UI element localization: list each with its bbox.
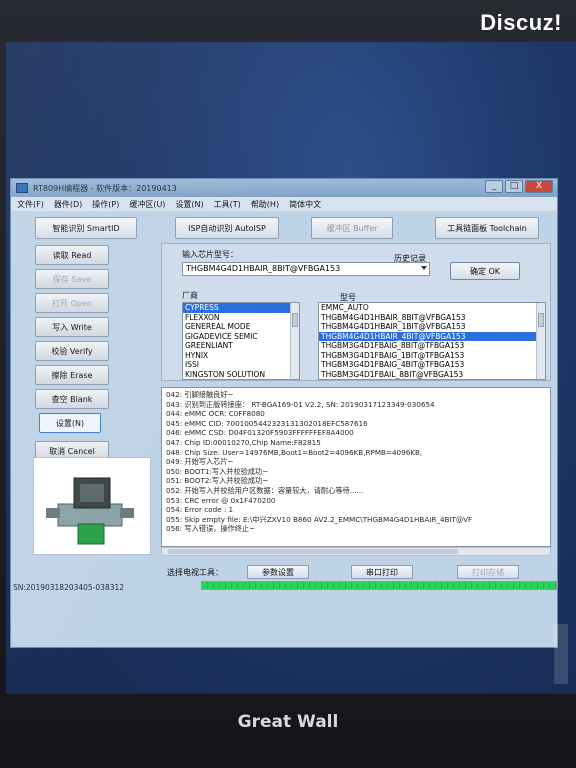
monitor-brand-logo: Great Wall (237, 712, 339, 732)
menu-settings[interactable]: 设置(N) (175, 199, 203, 210)
log-line: 050: BOOT1:写入并校验成功~ (166, 466, 269, 476)
chip-model-value: THGBM4G4D1HBAIR_8BIT@VFBGA153 (186, 264, 341, 273)
chip-input-label: 输入芯片型号： (182, 250, 238, 259)
status-serial: SN:20190318203405-038312 (13, 583, 125, 592)
watermark: Discuz! (480, 10, 562, 35)
read-button[interactable]: 读取 Read (35, 245, 109, 265)
menu-file[interactable]: 文件(F) (17, 199, 44, 210)
menu-bar: 文件(F) 器件(D) 操作(P) 缓冲区(U) 设置(N) 工具(T) 帮助(… (11, 197, 557, 211)
model-scrollbar[interactable] (536, 303, 545, 379)
vendor-label: 厂商 (182, 291, 198, 300)
vendor-item[interactable]: CYPRESS (183, 303, 299, 313)
model-item[interactable]: EMMC_AUTO (319, 303, 545, 313)
progress-fill (202, 582, 556, 589)
write-button[interactable]: 写入 Write (35, 317, 109, 337)
vendor-item[interactable]: ISSI (183, 360, 299, 370)
model-item[interactable]: THGBM3G4D1FBAIG_4BIT@TFBGA153 (319, 360, 545, 370)
log-horizontal-scrollbar[interactable] (161, 547, 551, 556)
log-line: 055: Skip empty file: E:\中兴ZXV10 B860 AV… (166, 514, 473, 524)
blank-button[interactable]: 查空 Blank (35, 389, 109, 409)
settings-button[interactable]: 设置(N) (39, 413, 101, 433)
vendor-item[interactable]: GIGADEVICE SEMIC (183, 332, 299, 342)
log-line: 056: 写入错误，操作终止~ (166, 524, 256, 534)
vendor-item[interactable]: GENEREAL MODE (183, 322, 299, 332)
log-line: 047: Chip ID:00010270,Chip Name:F82815 (166, 437, 321, 447)
chevron-down-icon[interactable] (421, 266, 427, 270)
save-button[interactable]: 保存 Save (35, 269, 109, 289)
log-line: 046: eMMC CSD: D04F01320F5903FFFFFFEF8A4… (166, 428, 354, 438)
log-output: 042: 引脚接触良好~ 043: 识别到正版转接座： RT-BGA169-01… (161, 387, 551, 547)
programmer-device-image (33, 457, 151, 555)
log-line: 045: eMMC CID: 7001005442323131302018EFC… (166, 418, 368, 428)
model-item[interactable]: THGBM3G4D1FBAIG_1BIT@TFBGA153 (319, 351, 545, 361)
log-line: 051: BOOT2:写入并校验成功~ (166, 476, 269, 486)
log-line: 052: 开始写入并校验用户区数据：容量较大，请耐心等待...... (166, 485, 364, 495)
smartid-button[interactable]: 智能识别 SmartID (35, 217, 137, 239)
chip-select-panel: 输入芯片型号： 历史记录 THGBM4G4D1HBAIR_8BIT@VFBGA1… (161, 243, 551, 381)
app-window: RT809H编程器 - 软件版本：20190413 _ □ X 文件(F) 器件… (10, 178, 558, 648)
taskbar-icons (554, 624, 568, 684)
vendor-item[interactable]: FLEXXON (183, 313, 299, 323)
progress-bar (201, 581, 557, 590)
chip-model-combo[interactable]: THGBM4G4D1HBAIR_8BIT@VFBGA153 (182, 262, 430, 276)
model-item[interactable]: THGBM3G4D1FBAIG_8BIT@TFBGA153 (319, 341, 545, 351)
menu-help[interactable]: 帮助(H) (251, 199, 279, 210)
verify-button[interactable]: 校验 Verify (35, 341, 109, 361)
minimize-button[interactable]: _ (485, 180, 503, 193)
bottom-tools-label: 选择电视工具： (167, 568, 223, 577)
vendor-scrollbar[interactable] (290, 303, 299, 379)
buffer-button[interactable]: 缓冲区 Buffer (311, 217, 393, 239)
param-settings-button[interactable]: 参数设置 (247, 565, 309, 579)
serial-print-button[interactable]: 串口打印 (351, 565, 413, 579)
erase-button[interactable]: 擦除 Erase (35, 365, 109, 385)
model-item[interactable]: THGBM4G4D1HBAIR_8BIT@VFBGA153 (319, 313, 545, 323)
vendor-list[interactable]: CYPRESS FLEXXON GENEREAL MODE GIGADEVICE… (182, 302, 300, 380)
print-storage-button[interactable]: 打印存储 (457, 565, 519, 579)
log-line: 044: eMMC OCR: C0FF8080 (166, 409, 265, 419)
log-line: 053: CRC error @ 0x1F470200 (166, 495, 276, 505)
autoisp-button[interactable]: ISP自动识别 AutoISP (175, 217, 279, 239)
model-item-selected[interactable]: THGBM4G4D1HBAIR_4BIT@VFBGA153 (319, 331, 545, 341)
log-line: 054: Error code : 1 (166, 505, 234, 515)
maximize-button[interactable]: □ (505, 180, 523, 193)
menu-language[interactable]: 简体中文 (289, 199, 321, 210)
vendor-item[interactable]: KINGSTON SOLUTION (183, 370, 299, 380)
model-item[interactable]: THGBM3G4D1FBAIL_8BIT@VFBGA153 (319, 370, 545, 380)
log-line: 042: 引脚接触良好~ (166, 390, 234, 399)
log-line: 043: 识别到正版转接座： RT-BGA169-01 V2.2, SN: 20… (166, 399, 435, 409)
model-list[interactable]: EMMC_AUTO THGBM4G4D1HBAIR_8BIT@VFBGA153 … (318, 302, 546, 380)
title-bar[interactable]: RT809H编程器 - 软件版本：20190413 _ □ X (11, 179, 557, 197)
vendor-item[interactable]: GREENLIANT (183, 341, 299, 351)
log-line: 048: Chip Size: User=14976MB,Boot1=Boot2… (166, 447, 423, 457)
menu-device[interactable]: 器件(D) (54, 199, 82, 210)
ok-button[interactable]: 确定 OK (450, 262, 520, 280)
toolchain-button[interactable]: 工具链面板 Toolchain (435, 217, 539, 239)
app-icon (16, 183, 28, 193)
monitor-screen: RT809H编程器 - 软件版本：20190413 _ □ X 文件(F) 器件… (6, 42, 576, 694)
model-item[interactable]: THGBM4G4D1HBAIR_1BIT@VFBGA153 (319, 322, 545, 332)
close-button[interactable]: X (525, 180, 553, 193)
log-line: 049: 开始写入芯片~ (166, 457, 234, 467)
menu-tools[interactable]: 工具(T) (214, 199, 241, 210)
vendor-item[interactable]: HYNIX (183, 351, 299, 361)
open-button[interactable]: 打开 Open (35, 293, 109, 313)
window-title: RT809H编程器 - 软件版本：20190413 (33, 184, 177, 193)
menu-operation[interactable]: 操作(P) (92, 199, 119, 210)
menu-buffer[interactable]: 缓冲区(U) (129, 199, 165, 210)
